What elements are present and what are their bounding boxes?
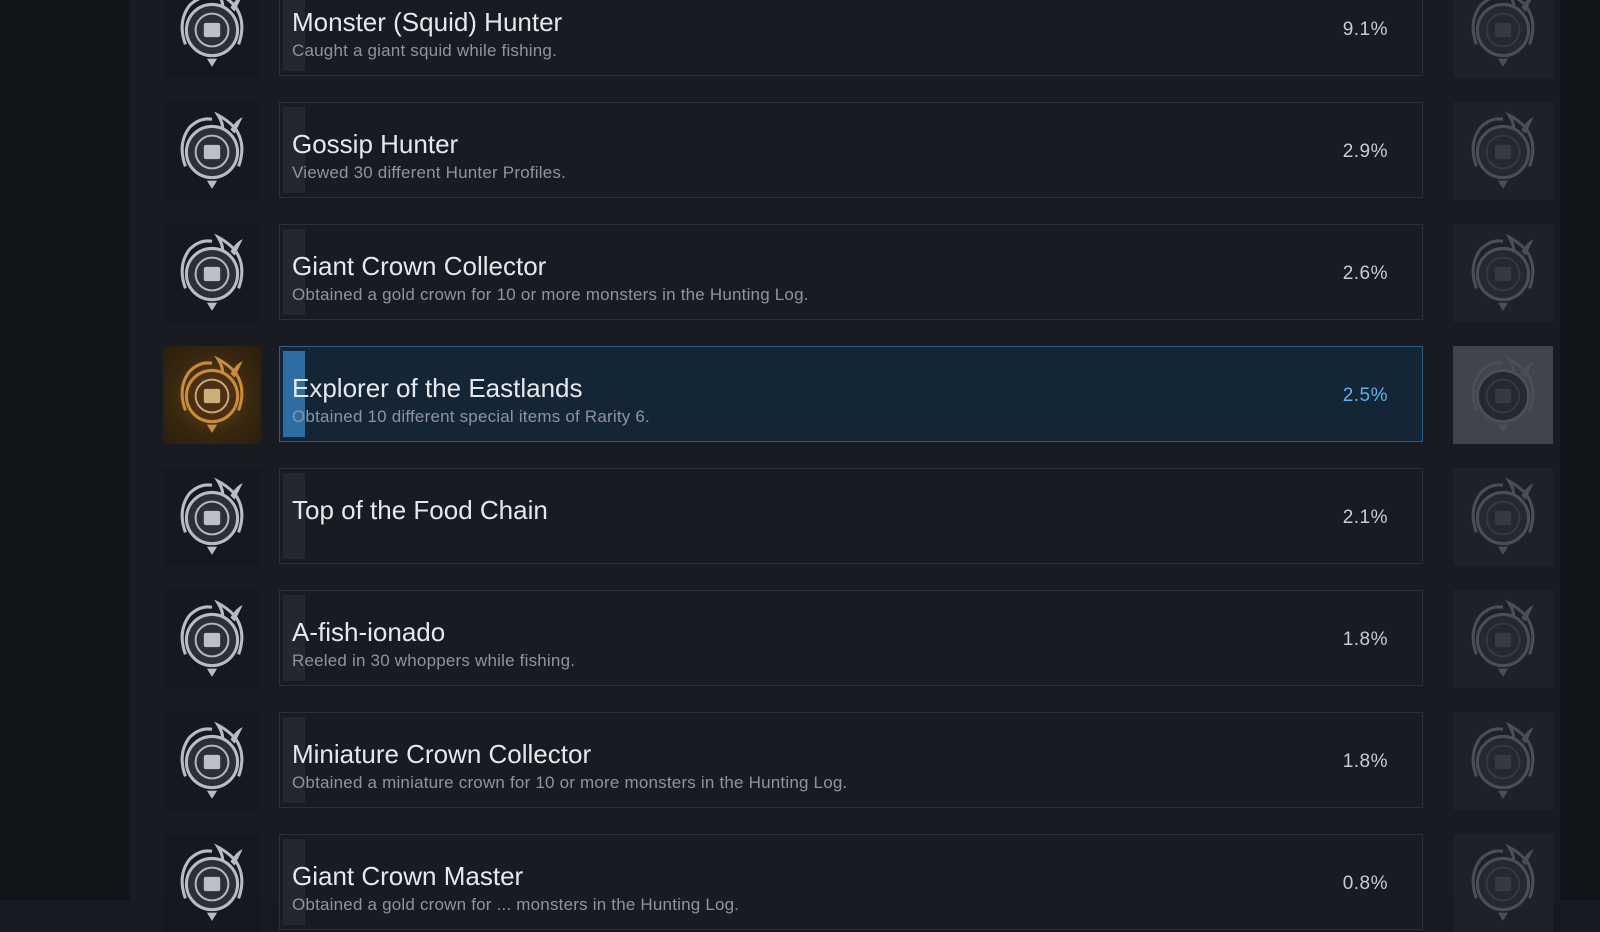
achievement-description: Obtained a gold crown for 10 or more mon… <box>292 285 809 304</box>
crown-master-emblem-icon <box>180 843 244 921</box>
crown-emblem-icon <box>1471 233 1535 311</box>
squid-emblem-icon <box>180 0 244 67</box>
achievement-description: Reeled in 30 whoppers while fishing. <box>292 651 576 670</box>
fish-emblem-icon <box>1471 599 1535 677</box>
achievement-card[interactable]: Giant Crown Master Obtained a gold crown… <box>279 834 1423 930</box>
unlock-percentage: 2.9% <box>1342 141 1388 162</box>
achievement-row[interactable]: A-fish-ionado Reeled in 30 whoppers whil… <box>163 588 1555 688</box>
food-chain-emblem-icon <box>180 477 244 555</box>
achievement-icon <box>163 834 261 932</box>
unlock-percentage: 2.6% <box>1342 263 1388 284</box>
profile-card-emblem-icon <box>180 111 244 189</box>
achievement-description: Viewed 30 different Hunter Profiles. <box>292 163 567 182</box>
crown-emblem-icon <box>180 233 244 311</box>
achievement-thumbnail <box>1453 224 1553 322</box>
unlock-percentage: 0.8% <box>1342 873 1388 894</box>
achievement-thumbnail <box>1453 590 1553 688</box>
mini-crown-emblem-icon <box>180 721 244 799</box>
squid-emblem-icon <box>1471 0 1535 67</box>
unlock-percentage: 2.5% <box>1342 385 1388 406</box>
achievement-thumbnail <box>1453 102 1553 200</box>
achievement-row-selected[interactable]: Explorer of the Eastlands Obtained 10 di… <box>163 344 1555 444</box>
achievement-icon <box>163 224 261 322</box>
achievement-list: Monster (Squid) Hunter Caught a giant sq… <box>163 0 1555 932</box>
unlock-percentage: 9.1% <box>1342 19 1388 40</box>
achievement-card[interactable]: Miniature Crown Collector Obtained a min… <box>279 712 1423 808</box>
profile-card-emblem-icon <box>1471 111 1535 189</box>
achievement-description: Obtained 10 different special items of R… <box>292 407 650 426</box>
achievement-title: Explorer of the Eastlands <box>292 373 583 403</box>
fish-emblem-icon <box>180 599 244 677</box>
scroll-emblem-icon <box>180 355 244 433</box>
achievement-icon <box>163 346 261 444</box>
achievement-row[interactable]: Gossip Hunter Viewed 30 different Hunter… <box>163 100 1555 200</box>
achievement-thumbnail <box>1453 834 1553 932</box>
achievement-thumbnail <box>1453 0 1553 78</box>
achievement-title: Top of the Food Chain <box>292 495 548 525</box>
right-margin <box>1560 0 1600 900</box>
achievement-row[interactable]: Giant Crown Master Obtained a gold crown… <box>163 832 1555 932</box>
achievement-title: Giant Crown Collector <box>292 251 547 281</box>
achievement-thumbnail <box>1453 346 1553 444</box>
achievement-row[interactable]: Top of the Food Chain 2.1% <box>163 466 1555 566</box>
achievement-row[interactable]: Monster (Squid) Hunter Caught a giant sq… <box>163 0 1555 78</box>
mini-crown-emblem-icon <box>1471 721 1535 799</box>
achievement-card[interactable]: Explorer of the Eastlands Obtained 10 di… <box>279 346 1423 442</box>
achievement-row[interactable]: Miniature Crown Collector Obtained a min… <box>163 710 1555 810</box>
achievement-icon <box>163 712 261 810</box>
achievement-title: Giant Crown Master <box>292 861 524 891</box>
achievement-card[interactable]: Giant Crown Collector Obtained a gold cr… <box>279 224 1423 320</box>
achievement-icon <box>163 0 261 78</box>
achievement-description: Obtained a miniature crown for 10 or mor… <box>292 773 848 792</box>
achievement-icon <box>163 102 261 200</box>
achievement-thumbnail <box>1453 712 1553 810</box>
crown-master-emblem-icon <box>1471 843 1535 921</box>
achievement-icon <box>163 590 261 688</box>
achievement-description: Obtained a gold crown for ... monsters i… <box>292 895 740 914</box>
achievement-title: Gossip Hunter <box>292 129 459 159</box>
scroll-emblem-icon <box>1471 355 1535 433</box>
achievement-title: Miniature Crown Collector <box>292 739 592 769</box>
achievement-description: Caught a giant squid while fishing. <box>292 41 557 60</box>
achievement-icon <box>163 468 261 566</box>
achievement-row[interactable]: Giant Crown Collector Obtained a gold cr… <box>163 222 1555 322</box>
unlock-percentage: 1.8% <box>1342 751 1388 772</box>
achievement-title: A-fish-ionado <box>292 617 446 647</box>
unlock-percentage: 1.8% <box>1342 629 1388 650</box>
food-chain-emblem-icon <box>1471 477 1535 555</box>
achievement-card[interactable]: Gossip Hunter Viewed 30 different Hunter… <box>279 102 1423 198</box>
achievement-title: Monster (Squid) Hunter <box>292 7 563 37</box>
left-margin <box>0 0 130 900</box>
unlock-percentage: 2.1% <box>1342 507 1388 528</box>
achievement-card[interactable]: A-fish-ionado Reeled in 30 whoppers whil… <box>279 590 1423 686</box>
achievement-card[interactable]: Top of the Food Chain 2.1% <box>279 468 1423 564</box>
achievement-card[interactable]: Monster (Squid) Hunter Caught a giant sq… <box>279 0 1423 76</box>
achievement-thumbnail <box>1453 468 1553 566</box>
